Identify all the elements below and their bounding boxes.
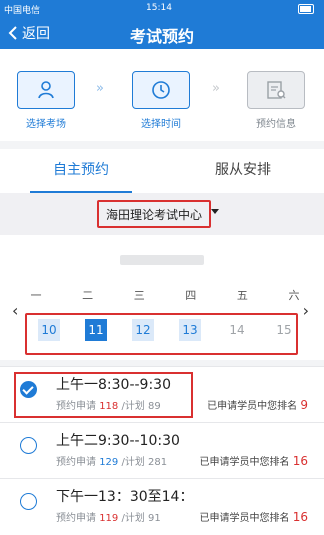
plan-label: /计划 bbox=[118, 457, 149, 468]
calendar-day-disabled: 14 bbox=[229, 323, 245, 337]
chevrons-right-icon: » bbox=[96, 81, 104, 96]
weekday-label: 二 bbox=[82, 289, 94, 302]
slot-rank: 已申请学员中您排名 16 bbox=[200, 453, 308, 468]
step-label: 选择考场 bbox=[26, 119, 66, 130]
time-slot[interactable]: 下午一13：30至14： 预约申请 119 /计划 91 已申请学员中您排名 1… bbox=[0, 478, 324, 535]
plan-label: /计划 bbox=[118, 513, 149, 524]
progress-steps: 选择考场 » 选择时间 » 预约信息 bbox=[0, 49, 324, 141]
weekday-label: 一 bbox=[30, 289, 42, 302]
slot-rank: 已申请学员中您排名 9 bbox=[207, 397, 308, 412]
chevron-left-icon[interactable]: ‹ bbox=[12, 301, 18, 320]
step-label: 预约信息 bbox=[256, 119, 296, 130]
exam-center-select[interactable]: 海田理论考试中心 bbox=[97, 200, 211, 228]
step-label: 选择时间 bbox=[141, 119, 181, 130]
slot-highlight-box bbox=[14, 372, 193, 418]
weekday-row: 一 二 三 四 五 六 bbox=[24, 287, 306, 303]
weekday-label: 五 bbox=[236, 289, 248, 302]
carrier-label: 中国电信 bbox=[4, 6, 41, 16]
applied-count: 129 bbox=[99, 457, 119, 468]
status-bar: 中国电信 15:14 bbox=[0, 0, 324, 17]
weekday-label: 三 bbox=[133, 289, 145, 302]
step-booking-info: 预约信息 bbox=[246, 71, 306, 130]
battery-icon bbox=[298, 4, 314, 14]
slot-rank: 已申请学员中您排名 16 bbox=[200, 509, 308, 524]
slot-stats: 预约申请 119 /计划 91 bbox=[56, 509, 161, 524]
tab-assigned[interactable]: 服从安排 bbox=[162, 149, 324, 193]
time-slot[interactable]: 上午二9:30--10:30 预约申请 129 /计划 281 已申请学员中您排… bbox=[0, 422, 324, 479]
exam-center-bar: 海田理论考试中心 bbox=[0, 193, 324, 235]
month-label-blurred bbox=[120, 255, 204, 265]
calendar-day[interactable]: 13 bbox=[179, 319, 201, 341]
page-title: 考试预约 bbox=[129, 27, 194, 46]
radio-unchecked-icon[interactable] bbox=[20, 437, 37, 454]
radio-unchecked-icon[interactable] bbox=[20, 493, 37, 510]
nav-bar: 返回 考试预约 bbox=[0, 17, 324, 49]
chevrons-right-icon: » bbox=[212, 81, 220, 96]
calendar-day[interactable]: 10 bbox=[38, 319, 60, 341]
document-search-icon bbox=[267, 81, 286, 99]
caret-down-icon[interactable] bbox=[211, 209, 219, 214]
step-box bbox=[17, 71, 75, 109]
slot-stats: 预约申请 129 /计划 281 bbox=[56, 453, 167, 468]
clock-icon bbox=[152, 81, 170, 99]
calendar-day-selected[interactable]: 11 bbox=[85, 319, 107, 341]
rank-label: 已申请学员中您排名 bbox=[207, 401, 301, 412]
rank-label: 已申请学员中您排名 bbox=[199, 457, 293, 468]
rank-value: 9 bbox=[300, 398, 308, 412]
rank-label: 已申请学员中您排名 bbox=[199, 513, 293, 524]
step-select-time: 选择时间 bbox=[131, 71, 191, 130]
calendar-day[interactable]: 12 bbox=[132, 319, 154, 341]
calendar-day-disabled: 15 bbox=[276, 323, 292, 337]
rank-value: 16 bbox=[292, 510, 308, 524]
user-icon bbox=[38, 81, 54, 99]
weekday-label: 四 bbox=[185, 289, 197, 302]
clock-time: 15:14 bbox=[146, 3, 172, 13]
applied-label: 预约申请 bbox=[56, 513, 100, 524]
applied-count: 119 bbox=[99, 513, 119, 524]
slot-time: 上午二9:30--10:30 bbox=[56, 433, 180, 449]
date-highlight-box bbox=[25, 313, 298, 355]
plan-count: 281 bbox=[148, 457, 168, 468]
calendar: 一 二 三 四 五 六 ‹ › 10 11 12 13 14 15 bbox=[0, 235, 324, 360]
step-select-venue: 选择考场 bbox=[16, 71, 76, 130]
booking-tabs: 自主预约 服从安排 bbox=[0, 149, 324, 193]
slot-time: 下午一13：30至14： bbox=[56, 489, 194, 505]
plan-count: 91 bbox=[148, 513, 161, 524]
step-box bbox=[132, 71, 190, 109]
chevron-right-icon[interactable]: › bbox=[303, 301, 309, 320]
applied-label: 预约申请 bbox=[56, 457, 100, 468]
tab-self-booking[interactable]: 自主预约 bbox=[0, 149, 162, 193]
step-box bbox=[247, 71, 305, 109]
rank-value: 16 bbox=[292, 454, 308, 468]
